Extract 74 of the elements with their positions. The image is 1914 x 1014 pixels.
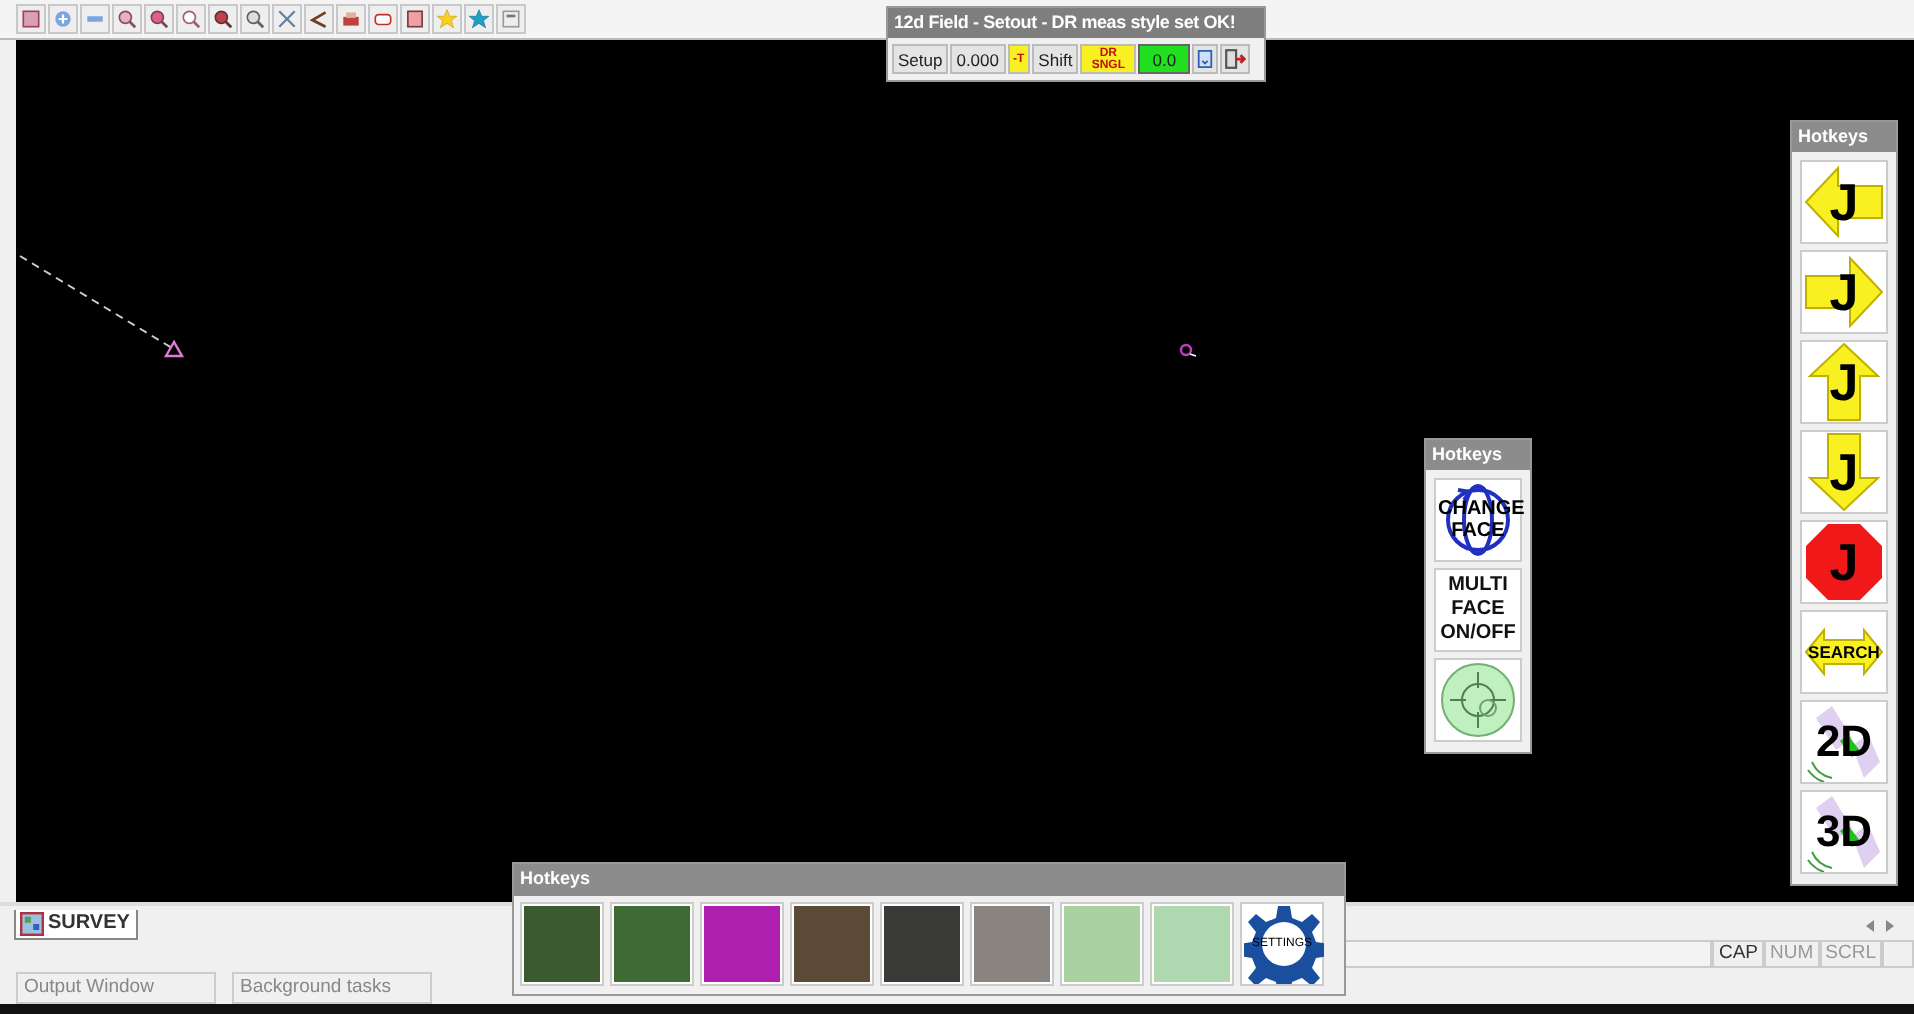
hotkey-button[interactable]: J: [1800, 160, 1888, 244]
hotkey-button[interactable]: J: [1800, 520, 1888, 604]
magnifier-icon: [116, 8, 138, 31]
angle-icon: [308, 8, 330, 31]
panel-title: Hotkeys: [1792, 122, 1896, 152]
toolbar-button[interactable]: [368, 4, 398, 35]
toolbar-button[interactable]: [208, 4, 238, 35]
panel-title: Hotkeys: [514, 864, 1344, 896]
setout-button[interactable]: Setup: [892, 44, 949, 74]
toolbar-button[interactable]: [400, 4, 430, 35]
photo-placeholder: [1064, 906, 1140, 982]
hotkey-button[interactable]: [880, 902, 964, 986]
triangle-point-icon: [163, 340, 185, 358]
star-icon: [468, 8, 490, 31]
magnifier-icon: [212, 8, 234, 31]
photo-placeholder: [1154, 906, 1230, 982]
arrow-right-icon: [1804, 252, 1884, 332]
setout-button[interactable]: [1192, 44, 1219, 74]
setout-button[interactable]: Shift: [1032, 44, 1079, 74]
hotkey-button[interactable]: [790, 902, 874, 986]
toolbar-button[interactable]: [336, 4, 366, 35]
status-indicator: NUM: [1764, 939, 1820, 968]
exit-button[interactable]: [1220, 44, 1251, 74]
diamond-icon: [1804, 702, 1884, 782]
document-icon: [1196, 48, 1215, 70]
diamond-icon: [1804, 792, 1884, 872]
photo-placeholder: [884, 906, 960, 982]
survey-tab[interactable]: SURVEY: [14, 909, 138, 940]
arrow-up-icon: [1804, 342, 1884, 422]
status-field: [1882, 939, 1914, 968]
panel-title: Hotkeys: [1426, 440, 1530, 470]
survey-icon: [20, 911, 44, 936]
arrow-left-icon: [1804, 162, 1884, 242]
hotkey-button[interactable]: 2D: [1800, 700, 1888, 784]
toolbar-button[interactable]: [304, 4, 334, 35]
point-marker-icon: [1179, 344, 1197, 358]
hotkey-button[interactable]: J: [1800, 250, 1888, 334]
status-indicator: CAP: [1712, 939, 1765, 968]
magnifier-icon: [148, 8, 170, 31]
panel-icon: [500, 8, 522, 31]
hotkey-button[interactable]: SEARCH: [1800, 610, 1888, 694]
hotkey-button[interactable]: J: [1800, 340, 1888, 424]
magnifier-icon: [180, 8, 202, 31]
octagon-icon: [1804, 522, 1884, 602]
toolbar-button[interactable]: [144, 4, 174, 35]
hotkey-button[interactable]: [520, 902, 604, 986]
status-indicator: SCRL: [1819, 939, 1882, 968]
toolbar-button[interactable]: [112, 4, 142, 35]
hotkey-button[interactable]: J: [1800, 430, 1888, 514]
photo-placeholder: [524, 906, 600, 982]
gear-icon: [1244, 904, 1324, 984]
photo-placeholder: [704, 906, 780, 982]
frame-icon: [404, 8, 426, 31]
hotkey-button[interactable]: 3D: [1800, 790, 1888, 874]
value-readout[interactable]: 0.0: [1138, 44, 1191, 74]
toolbar-button[interactable]: [176, 4, 206, 35]
panel-title: 12d Field - Setout - DR meas style set OK!: [888, 8, 1264, 38]
scroll-arrows-icon[interactable]: [1866, 919, 1894, 932]
arrow-down-icon: [1804, 432, 1884, 512]
photo-placeholder: [614, 906, 690, 982]
hotkey-button[interactable]: [610, 902, 694, 986]
hotkey-button[interactable]: [700, 902, 784, 986]
toolbar-button[interactable]: [16, 4, 46, 35]
toolbar-button[interactable]: [240, 4, 270, 35]
exit-icon: [1224, 48, 1247, 70]
photo-placeholder: [794, 906, 870, 982]
plus-icon: [52, 8, 74, 31]
crosshair-icon: [1438, 660, 1518, 740]
hotkey-button[interactable]: MULTI FACE ON/OFF: [1434, 568, 1522, 652]
window-icon: [20, 8, 42, 31]
photo-placeholder: [974, 906, 1050, 982]
setout-button[interactable]: 0.000: [950, 44, 1005, 74]
star-icon: [436, 8, 458, 31]
magnifier-icon: [244, 8, 266, 31]
